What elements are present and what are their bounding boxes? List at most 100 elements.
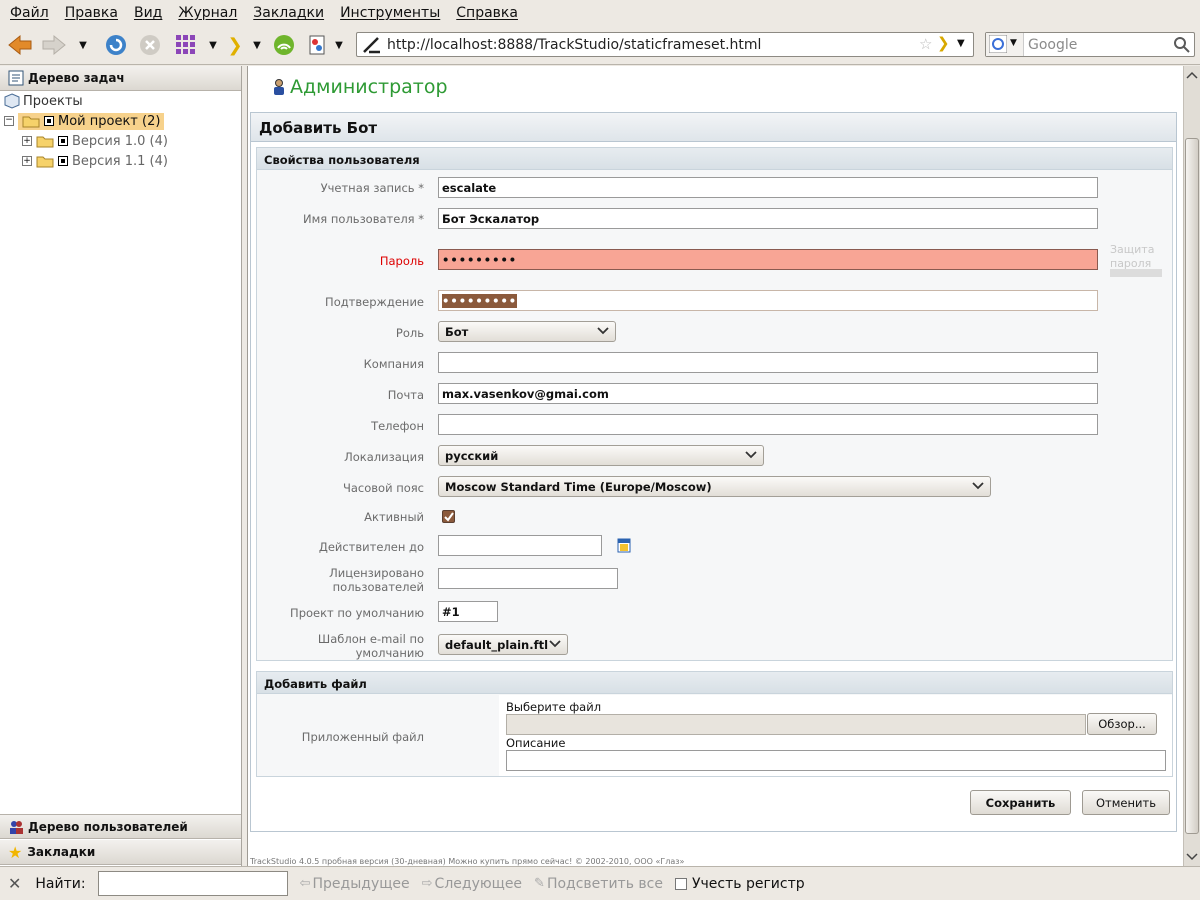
calendar-icon[interactable] [617, 537, 631, 553]
match-case-checkbox[interactable] [674, 877, 687, 890]
tree-item-version-1-1[interactable]: + Версия 1.1 (4) [22, 151, 168, 171]
scroll-up-icon[interactable] [1184, 68, 1200, 82]
reload-button[interactable] [102, 32, 130, 58]
chevron-down-icon: ▼ [253, 39, 261, 51]
task-tree-header[interactable]: Дерево задач [0, 66, 241, 91]
forward-button[interactable] [40, 32, 68, 58]
search-engine-selector[interactable]: ▼ [986, 33, 1024, 56]
back-button[interactable] [6, 32, 34, 58]
licensed-field[interactable] [438, 568, 618, 589]
main-scrollbar[interactable] [1183, 66, 1200, 866]
tree-item-version-1-0[interactable]: + Версия 1.0 (4) [22, 131, 168, 151]
phone-field[interactable] [438, 414, 1098, 435]
user-icon [274, 79, 284, 95]
locale-select[interactable]: русский [438, 445, 764, 466]
find-input[interactable] [97, 871, 288, 896]
folder-icon [36, 136, 54, 148]
cancel-button[interactable]: Отменить [1082, 790, 1170, 815]
login-field[interactable]: escalate [438, 177, 1098, 198]
page-dropdown[interactable]: ▼ [330, 32, 348, 58]
browse-button[interactable]: Обзор... [1087, 713, 1157, 735]
save-button[interactable]: Сохранить [970, 790, 1071, 815]
highlight-all-button[interactable]: Подсветить все [547, 876, 663, 892]
chevron-down-icon [745, 451, 757, 459]
grid-icon [176, 35, 195, 54]
tree-root-projects[interactable]: Проекты [4, 91, 83, 111]
history-dropdown[interactable]: ▼ [74, 32, 92, 58]
default-project-field[interactable]: #1 [438, 601, 498, 622]
apps-dropdown[interactable]: ▼ [204, 32, 222, 58]
checkmark-icon [444, 512, 454, 522]
confirm-field[interactable]: ••••••••• [438, 290, 1098, 311]
feed-button[interactable] [270, 32, 298, 58]
timezone-select[interactable]: Moscow Standard Time (Europe/Moscow) [438, 476, 991, 497]
chevron-down-icon [549, 640, 561, 648]
menu-view[interactable]: Вид [126, 5, 170, 21]
folder-open-icon [22, 116, 40, 128]
menu-history[interactable]: Журнал [170, 5, 245, 21]
bookmark-dropdown[interactable]: ▼ [248, 32, 266, 58]
expand-icon[interactable]: + [22, 136, 32, 146]
menu-edit[interactable]: Правка [57, 5, 126, 21]
email-template-label: Шаблон e-mail по умолчанию [317, 632, 424, 660]
menu-bookmarks[interactable]: Закладки [245, 5, 332, 21]
tree-item-my-project[interactable]: − Мой проект (2) [4, 111, 240, 131]
url-dropdown-icon[interactable]: ▼ [957, 38, 965, 49]
expand-icon[interactable]: + [22, 156, 32, 166]
find-prev-button[interactable]: Предыдущее [313, 876, 410, 892]
add-bot-panel: Добавить Бот Свойства пользователя Учетн… [250, 112, 1177, 832]
bookmarks-title: Закладки [27, 845, 96, 859]
active-checkbox[interactable] [442, 510, 455, 523]
tree-label: Мой проект (2) [58, 113, 161, 129]
locale-label: Локализация [344, 450, 424, 464]
folder-icon [36, 156, 54, 168]
chevron-down-icon [597, 327, 609, 335]
forward-arrow-icon [42, 34, 66, 56]
valid-until-field[interactable] [438, 535, 602, 556]
chevron-down-icon [972, 482, 984, 490]
add-file-section: Добавить файл Приложенный файл Выберите … [256, 671, 1173, 777]
apps-button[interactable] [172, 32, 200, 58]
menu-tools[interactable]: Инструменты [332, 5, 448, 21]
chevron-down-icon: ▼ [335, 39, 343, 51]
role-select[interactable]: Бот [438, 321, 616, 342]
stop-icon [140, 35, 160, 55]
menu-file[interactable]: Файл [2, 5, 57, 21]
star-icon[interactable]: ☆ [919, 35, 932, 53]
scroll-down-icon[interactable] [1184, 850, 1200, 864]
description-field[interactable] [506, 750, 1166, 771]
go-icon[interactable]: ❯ [937, 34, 950, 52]
search-box[interactable]: ▼ Google [985, 32, 1195, 57]
email-template-select[interactable]: default_plain.ftl [438, 634, 568, 655]
locale-value: русский [445, 449, 499, 463]
tree-label: Проекты [23, 93, 83, 109]
confirm-label: Подтверждение [325, 295, 424, 309]
find-next-button[interactable]: Следующее [435, 876, 523, 892]
password-field[interactable]: ••••••••• [438, 249, 1098, 270]
close-icon[interactable]: ✕ [8, 874, 21, 893]
file-path-field[interactable] [506, 714, 1086, 735]
password-strength-label: Защита пароля [1110, 243, 1155, 270]
scroll-thumb[interactable] [1185, 138, 1199, 834]
page-button[interactable] [306, 32, 328, 58]
page-header: Администратор [272, 76, 448, 98]
email-field[interactable]: max.vasenkov@gmai.com [438, 383, 1098, 404]
email-template-value: default_plain.ftl [445, 638, 549, 652]
user-tree-header[interactable]: Дерево пользователей [0, 814, 241, 839]
task-tree-title: Дерево задач [28, 71, 125, 85]
stop-button[interactable] [136, 32, 164, 58]
tree-label: Версия 1.1 (4) [72, 153, 168, 169]
default-project-label: Проект по умолчанию [290, 606, 424, 620]
menu-help[interactable]: Справка [448, 5, 526, 21]
url-bar[interactable]: http://localhost:8888/TrackStudio/static… [356, 32, 974, 57]
bookmark-button[interactable]: ❯ [224, 32, 246, 58]
search-input[interactable]: Google [1028, 37, 1077, 53]
bookmarks-header[interactable]: ★ Закладки [0, 840, 241, 865]
timezone-value: Moscow Standard Time (Europe/Moscow) [445, 480, 712, 494]
collapse-icon[interactable]: − [4, 116, 14, 126]
username-field[interactable]: Бот Эскалатор [438, 208, 1098, 229]
description-label: Описание [506, 736, 566, 750]
search-icon[interactable] [1174, 37, 1190, 53]
company-field[interactable] [438, 352, 1098, 373]
password-strength-bar [1110, 269, 1162, 277]
